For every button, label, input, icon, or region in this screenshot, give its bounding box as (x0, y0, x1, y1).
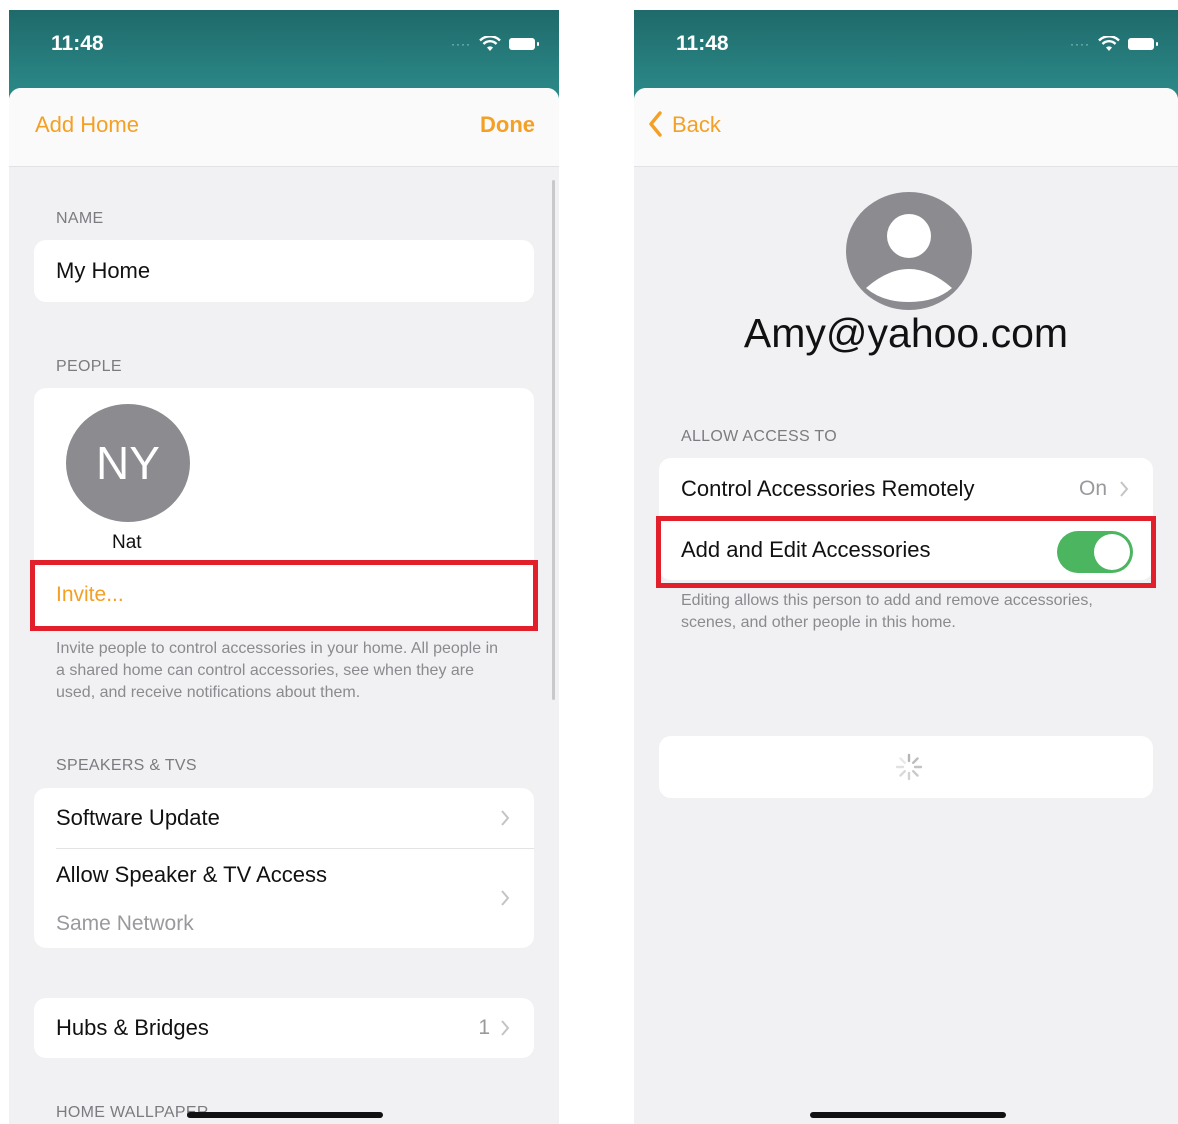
person-detail-sheet: Back Amy@yahoo.com ALLOW ACCESS TO Contr… (634, 88, 1178, 1124)
user-email: Amy@yahoo.com (743, 310, 1069, 356)
signal-dots-icon: ···· (1070, 37, 1090, 51)
battery-icon (509, 38, 539, 50)
access-section-header: ALLOW ACCESS TO (681, 428, 837, 445)
status-time: 11:48 (676, 32, 729, 55)
chevron-right-icon (1120, 481, 1129, 497)
nav-bar: Back (634, 88, 1178, 167)
loading-card (659, 736, 1153, 798)
chevron-right-icon (501, 810, 510, 826)
hubs-bridges-row[interactable]: Hubs & Bridges 1 (34, 998, 534, 1058)
software-update-row[interactable]: Software Update (34, 788, 534, 848)
user-avatar-icon (846, 192, 972, 310)
home-indicator[interactable] (187, 1112, 383, 1118)
nav-bar: Add Home Done (9, 88, 559, 167)
loading-spinner-icon (895, 753, 923, 781)
status-bar: 11:48 ···· (9, 10, 559, 100)
person-name: Nat (112, 532, 142, 553)
add-home-title: Add Home (35, 112, 139, 137)
speakers-section-header: SPEAKERS & TVS (56, 757, 197, 774)
allow-speaker-access-value: Same Network (56, 912, 194, 935)
person-silhouette-icon (866, 214, 952, 302)
wallpaper-section-header: HOME WALLPAPER (56, 1104, 209, 1121)
home-name-value: My Home (56, 258, 151, 283)
software-update-label: Software Update (56, 805, 220, 830)
toggle-highlight-box (656, 516, 1156, 588)
control-remotely-row[interactable]: Control Accessories Remotely On (659, 458, 1153, 518)
scroll-indicator[interactable] (552, 180, 555, 700)
back-button[interactable]: Back (672, 112, 721, 138)
name-section-header: NAME (56, 210, 104, 227)
done-button[interactable]: Done (480, 112, 535, 138)
home-indicator[interactable] (810, 1112, 1006, 1118)
signal-dots-icon: ···· (451, 37, 471, 51)
add-home-screen: 11:48 ···· Add Home Done NAME My Home PE… (9, 10, 559, 1124)
status-bar: 11:48 ···· (634, 10, 1178, 100)
people-section-header: PEOPLE (56, 358, 122, 375)
home-name-field[interactable]: My Home (34, 240, 534, 302)
chevron-left-icon[interactable] (648, 110, 662, 138)
avatar-initials: NY (96, 437, 160, 489)
people-card: NY Nat (34, 388, 534, 560)
wifi-icon (479, 36, 501, 51)
speakers-card: Software Update Allow Speaker & TV Acces… (34, 788, 534, 948)
wifi-icon (1098, 36, 1120, 51)
person-detail-screen: 11:48 ···· Back Amy@yahoo.com ALLOW ACCE… (634, 10, 1178, 1124)
status-time: 11:48 (51, 32, 104, 55)
hubs-count: 1 (478, 1016, 490, 1039)
battery-icon (1128, 38, 1158, 50)
control-remotely-value: On (1078, 477, 1107, 500)
invite-highlight-box (30, 560, 538, 631)
hubs-bridges-label: Hubs & Bridges (56, 1015, 209, 1040)
people-footer: Invite people to control accessories in … (56, 640, 499, 701)
allow-speaker-access-label: Allow Speaker & TV Access (56, 862, 328, 887)
allow-speaker-access-row[interactable]: Allow Speaker & TV Access Same Network (34, 849, 534, 948)
avatar[interactable]: NY (66, 404, 190, 522)
access-footer: Editing allows this person to add and re… (681, 592, 1093, 631)
chevron-right-icon (501, 1020, 510, 1036)
chevron-right-icon (501, 890, 510, 906)
control-remotely-label: Control Accessories Remotely (681, 476, 975, 501)
add-home-sheet: Add Home Done NAME My Home PEOPLE NY Nat… (9, 88, 559, 1124)
